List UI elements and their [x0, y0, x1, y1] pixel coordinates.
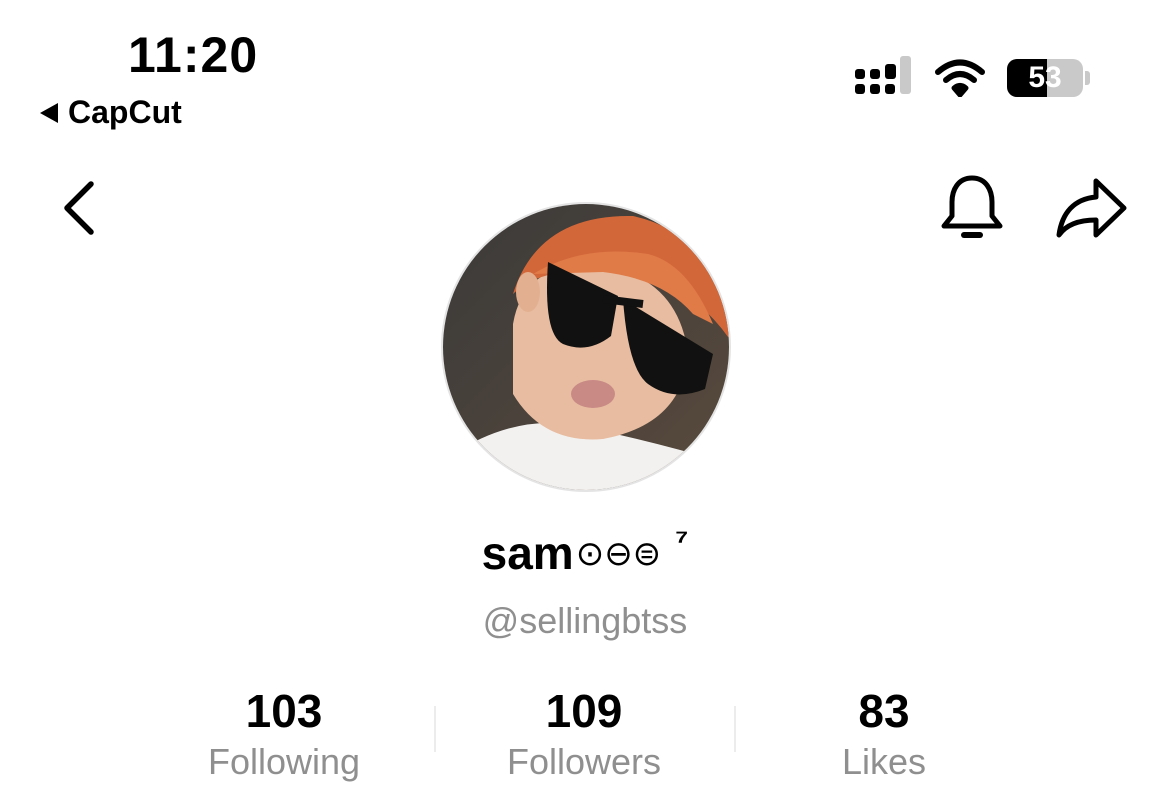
back-triangle-icon	[40, 102, 58, 123]
chevron-left-icon[interactable]	[55, 178, 105, 238]
display-name-glyphs: ⊙⊖⊜	[575, 535, 662, 573]
profile-screen: 11:20 CapCut 53 sam⊙⊖⊜ ⁷ @sellingbtss 10…	[0, 0, 1170, 804]
status-time: 11:20	[128, 27, 259, 83]
stat-following[interactable]: 103 Following	[154, 684, 414, 784]
status-icons: 53	[855, 56, 1090, 100]
stat-label: Following	[207, 741, 361, 782]
username: @sellingbtss	[482, 600, 688, 641]
share-arrow-icon[interactable]	[1054, 175, 1130, 241]
stat-value: 109	[545, 685, 623, 737]
stat-value: 83	[858, 685, 910, 737]
bell-icon[interactable]	[938, 172, 1006, 244]
display-name: sam⊙⊖⊜ ⁷	[0, 522, 1170, 580]
stat-divider	[434, 706, 436, 752]
display-name-text: sam	[481, 527, 574, 579]
stat-label: Followers	[506, 741, 662, 782]
display-name-superscript: ⁷	[675, 522, 689, 558]
battery-icon: 53	[1007, 59, 1083, 97]
stat-likes[interactable]: 83 Likes	[754, 684, 1014, 784]
stat-followers[interactable]: 109 Followers	[454, 684, 714, 784]
stat-value: 103	[245, 685, 323, 737]
cellular-signal-icon	[855, 56, 913, 100]
stat-label: Likes	[841, 741, 927, 782]
stat-divider	[734, 706, 736, 752]
back-to-app-link[interactable]: CapCut	[40, 94, 182, 131]
avatar-photo	[443, 204, 729, 490]
battery-level: 53	[1028, 61, 1062, 94]
avatar[interactable]	[441, 202, 731, 492]
wifi-icon	[935, 59, 985, 97]
back-app-label: CapCut	[68, 94, 182, 130]
